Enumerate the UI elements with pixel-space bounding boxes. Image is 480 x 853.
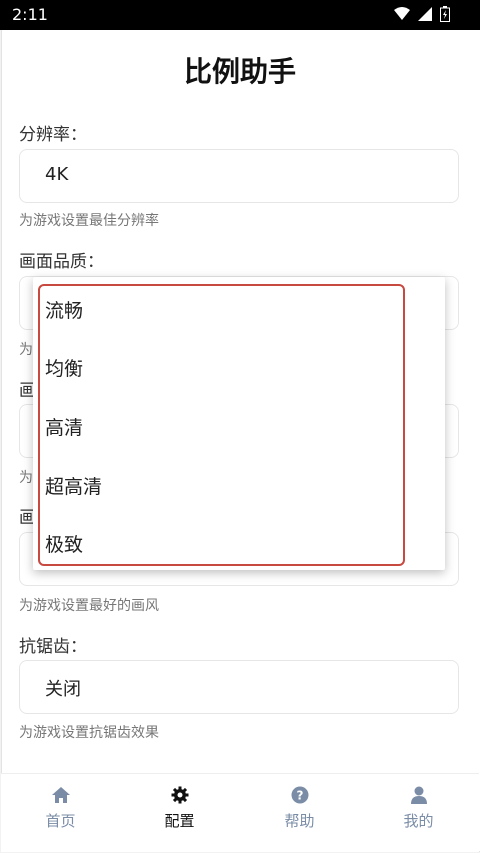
wifi-icon [394, 7, 410, 20]
resolution-select[interactable]: 4K [19, 149, 459, 203]
home-icon [51, 787, 70, 803]
resolution-label: 分辨率： [19, 125, 87, 145]
signal-icon [418, 7, 432, 21]
setting-3-hint: 为 [19, 470, 33, 486]
dropdown-option-balanced[interactable]: 均衡 [45, 354, 83, 381]
nav-label-profile: 我的 [403, 812, 434, 830]
user-icon [410, 786, 427, 804]
status-icons [394, 6, 450, 22]
dropdown-option-smooth[interactable]: 流畅 [45, 296, 83, 323]
nav-label-home: 首页 [45, 812, 76, 830]
antialias-select[interactable]: 关闭 [19, 660, 459, 714]
quality-dropdown-menu [33, 277, 445, 570]
help-icon: ? [291, 786, 308, 804]
nav-label-help: 帮助 [284, 812, 315, 830]
battery-icon [440, 6, 450, 22]
nav-item-profile[interactable]: 我的 [359, 774, 478, 852]
bottom-nav: 首页 配置 ? 帮助 我的 [1, 773, 479, 852]
nav-item-config[interactable]: 配置 [120, 774, 239, 852]
style-hint: 为游戏设置最好的画风 [19, 598, 159, 614]
svg-text:?: ? [296, 789, 303, 803]
nav-label-config: 配置 [164, 812, 195, 830]
dropdown-option-uhd[interactable]: 超高清 [45, 472, 102, 499]
quality-hint: 为 [19, 342, 33, 358]
resolution-hint: 为游戏设置最佳分辨率 [19, 213, 159, 229]
nav-item-help[interactable]: ? 帮助 [240, 774, 359, 852]
page-title: 比例助手 [183, 55, 296, 88]
dropdown-option-hd[interactable]: 高清 [45, 413, 83, 440]
gear-icon [171, 786, 188, 804]
antialias-value: 关闭 [45, 679, 81, 700]
antialias-hint: 为游戏设置抗锯齿效果 [19, 725, 159, 741]
dropdown-option-ultimate[interactable]: 极致 [45, 530, 83, 557]
antialias-label: 抗锯齿： [19, 637, 87, 657]
resolution-value: 4K [45, 164, 69, 185]
nav-item-home[interactable]: 首页 [1, 774, 120, 852]
status-time: 2:11 [12, 5, 48, 24]
status-bar: 2:11 [0, 0, 480, 30]
quality-label: 画面品质： [19, 252, 104, 272]
